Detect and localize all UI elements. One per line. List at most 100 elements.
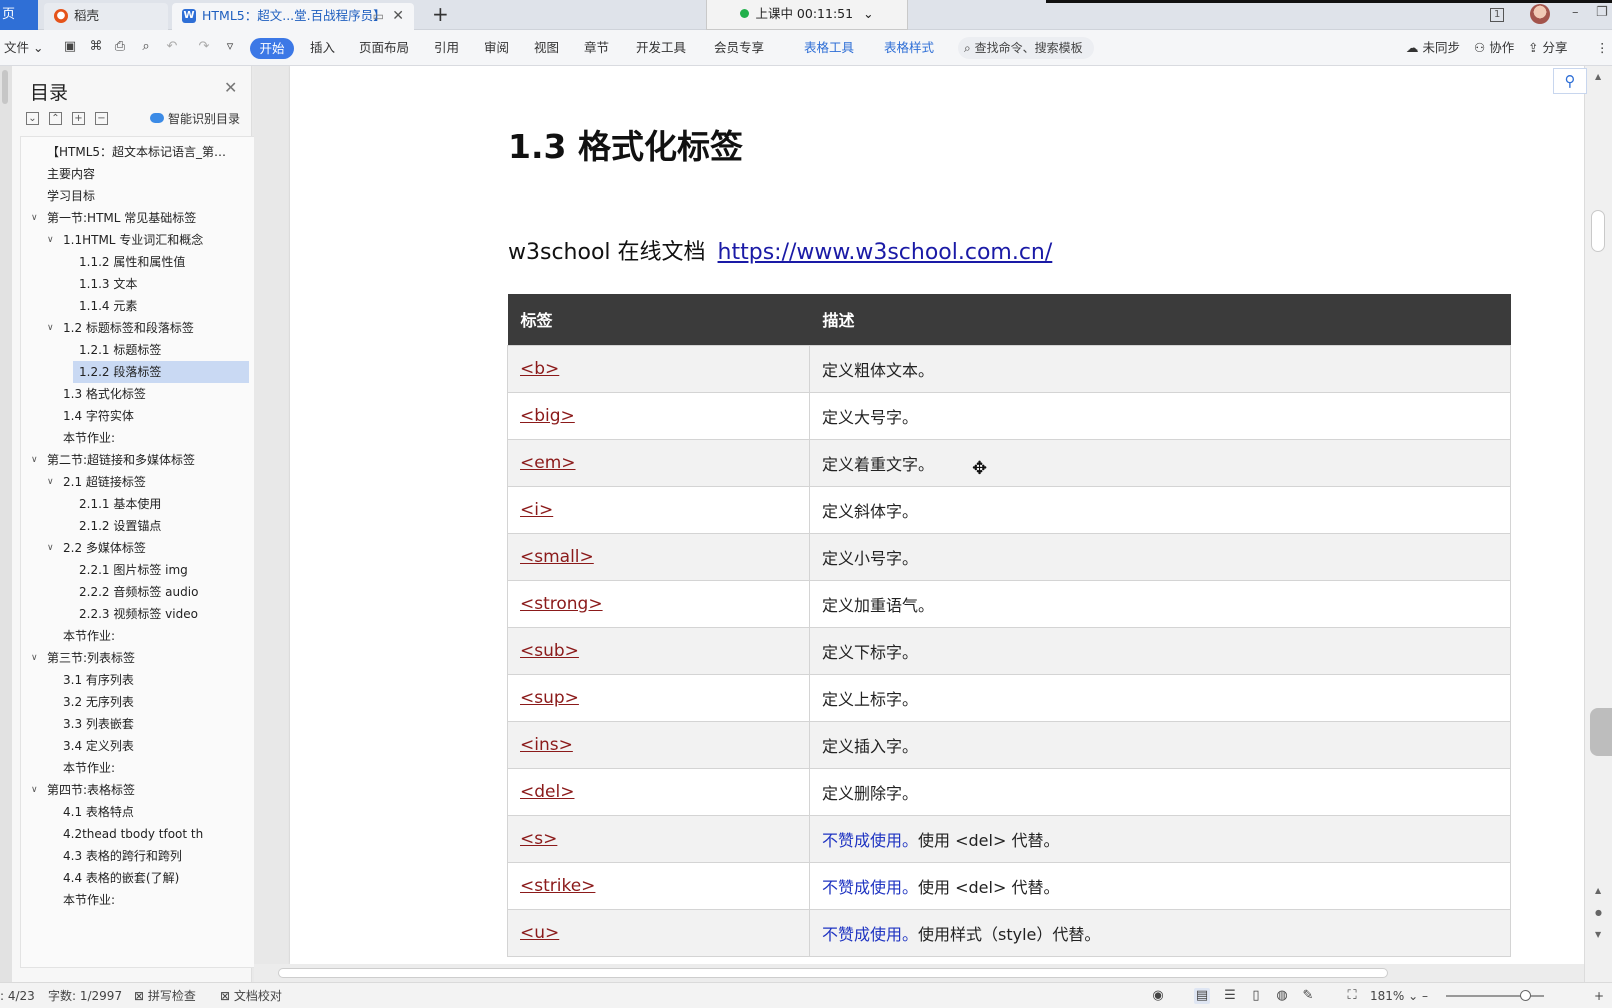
toc-item[interactable]: 学习目标 <box>47 185 251 207</box>
toc-item[interactable]: 3.3 列表嵌套 <box>63 713 251 735</box>
screen-icon[interactable]: ▭ <box>373 3 384 29</box>
window-count-badge[interactable]: 1 <box>1490 8 1505 22</box>
redo-icon[interactable]: ↷ <box>196 39 212 55</box>
command-search[interactable]: ⌕ 查找命令、搜索模板 <box>958 37 1094 59</box>
toc-item[interactable]: ∨ 第四节:表格标签 <box>31 779 251 801</box>
toc-item[interactable]: 1.1.2 属性和属性值 <box>79 251 251 273</box>
chevron-down-icon[interactable]: ∨ <box>47 471 54 493</box>
tab-chapter[interactable]: 章节 <box>584 30 609 66</box>
remove-level-icon[interactable]: − <box>95 112 108 125</box>
sync-button[interactable]: ☁ 未同步 <box>1406 30 1460 66</box>
toc-item[interactable]: 本节作业: <box>63 427 251 449</box>
location-pin-icon[interactable]: ⚲ <box>1553 68 1587 94</box>
toc-item[interactable]: 本节作业: <box>63 889 251 911</box>
toc-item[interactable]: 2.1.2 设置锚点 <box>79 515 251 537</box>
toc-item[interactable]: ∨ 第二节:超链接和多媒体标签 <box>31 449 251 471</box>
tag-link[interactable]: <u> <box>520 923 559 943</box>
tab-page-layout[interactable]: 页面布局 <box>359 30 409 66</box>
tab-document[interactable]: W HTML5：超文...堂.百战程序员】 ▭ ✕ <box>172 3 414 30</box>
file-menu[interactable]: 文件 ⌄ <box>4 30 43 66</box>
toc-item[interactable]: 4.2thead tbody tfoot th <box>63 823 251 845</box>
toc-item[interactable]: 3.1 有序列表 <box>63 669 251 691</box>
share-button[interactable]: ⇪ 分享 <box>1528 30 1567 66</box>
next-page-icon[interactable]: ▼ <box>1595 930 1601 939</box>
tab-review[interactable]: 审阅 <box>484 30 509 66</box>
tag-link[interactable]: <sub> <box>520 641 579 661</box>
word-count[interactable]: 字数: 1/2997 <box>48 983 122 1008</box>
tag-link[interactable]: <small> <box>520 547 594 567</box>
toc-item[interactable]: 1.3 格式化标签 <box>63 383 251 405</box>
expand-up-icon[interactable]: ⌃ <box>49 112 62 125</box>
w3school-link[interactable]: https://www.w3school.com.cn/ <box>718 240 1053 265</box>
restore-icon[interactable]: ❐ <box>1596 5 1608 20</box>
toc-item[interactable]: 1.4 字符实体 <box>63 405 251 427</box>
toc-item[interactable]: 3.2 无序列表 <box>63 691 251 713</box>
prev-page-icon[interactable]: ▲ <box>1595 886 1601 895</box>
toc-item[interactable]: 2.1.1 基本使用 <box>79 493 251 515</box>
toc-item[interactable]: 2.2.2 音频标签 audio <box>79 581 251 603</box>
toc-item[interactable]: ∨ 第一节:HTML 常见基础标签 <box>31 207 251 229</box>
page-view-icon[interactable]: ▤ <box>1194 988 1210 1004</box>
fit-page-icon[interactable]: ⛶ <box>1344 988 1360 1004</box>
tab-home[interactable]: 页 <box>0 0 38 30</box>
rail-handle[interactable] <box>2 70 8 104</box>
toc-item[interactable]: 4.1 表格特点 <box>63 801 251 823</box>
minimize-icon[interactable]: – <box>1572 5 1579 20</box>
zoom-in-button[interactable]: + <box>1594 983 1604 1008</box>
toc-item[interactable]: 3.4 定义列表 <box>63 735 251 757</box>
print-icon[interactable]: ⎙ <box>112 39 128 55</box>
collaborate-button[interactable]: ⚇ 协作 <box>1474 30 1514 66</box>
tab-references[interactable]: 引用 <box>434 30 459 66</box>
customize-icon[interactable]: ▿ <box>222 39 238 55</box>
avatar[interactable] <box>1530 4 1550 24</box>
tab-start[interactable]: 开始 <box>250 38 294 59</box>
tag-link[interactable]: <sup> <box>520 688 579 708</box>
save-icon[interactable]: ▣ <box>62 39 78 55</box>
toc-item[interactable]: 主要内容 <box>47 163 251 185</box>
toc-item[interactable]: ∨ 1.2 标题标签和段落标签 <box>47 317 251 339</box>
chevron-down-icon[interactable]: ∨ <box>47 537 54 559</box>
chevron-down-icon[interactable]: ∨ <box>31 647 38 669</box>
tab-daoke[interactable]: ● 稻壳 <box>44 3 168 30</box>
toc-item[interactable]: ∨ 第三节:列表标签 <box>31 647 251 669</box>
scroll-thumb[interactable] <box>1591 210 1605 252</box>
zoom-slider-handle[interactable] <box>1520 990 1531 1001</box>
tag-link[interactable]: <ins> <box>520 735 573 755</box>
tab-table-style[interactable]: 表格样式 <box>884 30 934 66</box>
outline-view-icon[interactable]: ☰ <box>1222 988 1238 1004</box>
spell-check-button[interactable]: ⊠ 拼写检查 <box>134 983 196 1008</box>
horizontal-scrollbar[interactable] <box>254 964 1584 982</box>
tag-link[interactable]: <del> <box>520 782 574 802</box>
toc-item[interactable]: 1.2.1 标题标签 <box>79 339 251 361</box>
tab-insert[interactable]: 插入 <box>310 30 335 66</box>
page-indicator[interactable]: : 4/23 <box>0 983 35 1008</box>
tab-member[interactable]: 会员专享 <box>714 30 764 66</box>
toc-item[interactable]: 4.4 表格的嵌套(了解) <box>63 867 251 889</box>
more-icon[interactable]: ⋮ <box>1596 30 1609 66</box>
tag-link[interactable]: <strike> <box>520 876 595 896</box>
toc-item[interactable]: 1.1.4 元素 <box>79 295 251 317</box>
zoom-level[interactable]: 181% ⌄ <box>1370 983 1418 1008</box>
add-level-icon[interactable]: + <box>72 112 85 125</box>
side-panel-tab[interactable] <box>1590 708 1612 756</box>
new-tab-button[interactable]: + <box>432 2 449 26</box>
format-painter-icon[interactable]: ⌘ <box>88 39 104 55</box>
tag-link[interactable]: <s> <box>520 829 557 849</box>
toc-item[interactable]: ∨ 2.2 多媒体标签 <box>47 537 251 559</box>
scroll-up-arrow-icon[interactable]: ▲ <box>1595 72 1601 81</box>
chevron-down-icon[interactable]: ∨ <box>47 317 54 339</box>
undo-icon[interactable]: ↶ <box>164 39 180 55</box>
proofread-button[interactable]: ⊠ 文档校对 <box>220 983 282 1008</box>
toc-item[interactable]: 1.2.2 段落标签 <box>73 361 249 383</box>
toc-item[interactable]: 【HTML5：超文本标记语言_第… <box>47 141 251 163</box>
smart-toc-button[interactable]: 智能识别目录 <box>150 110 240 127</box>
select-browse-icon[interactable]: ● <box>1595 908 1602 917</box>
chevron-down-icon[interactable]: ∨ <box>31 207 38 229</box>
toc-item[interactable]: ∨ 2.1 超链接标签 <box>47 471 251 493</box>
tab-view[interactable]: 视图 <box>534 30 559 66</box>
chevron-down-icon[interactable]: ∨ <box>47 229 54 251</box>
tab-table-tools[interactable]: 表格工具 <box>804 30 854 66</box>
tag-link[interactable]: <b> <box>520 359 559 379</box>
tag-link[interactable]: <strong> <box>520 594 603 614</box>
pen-icon[interactable]: ✎ <box>1300 988 1316 1004</box>
